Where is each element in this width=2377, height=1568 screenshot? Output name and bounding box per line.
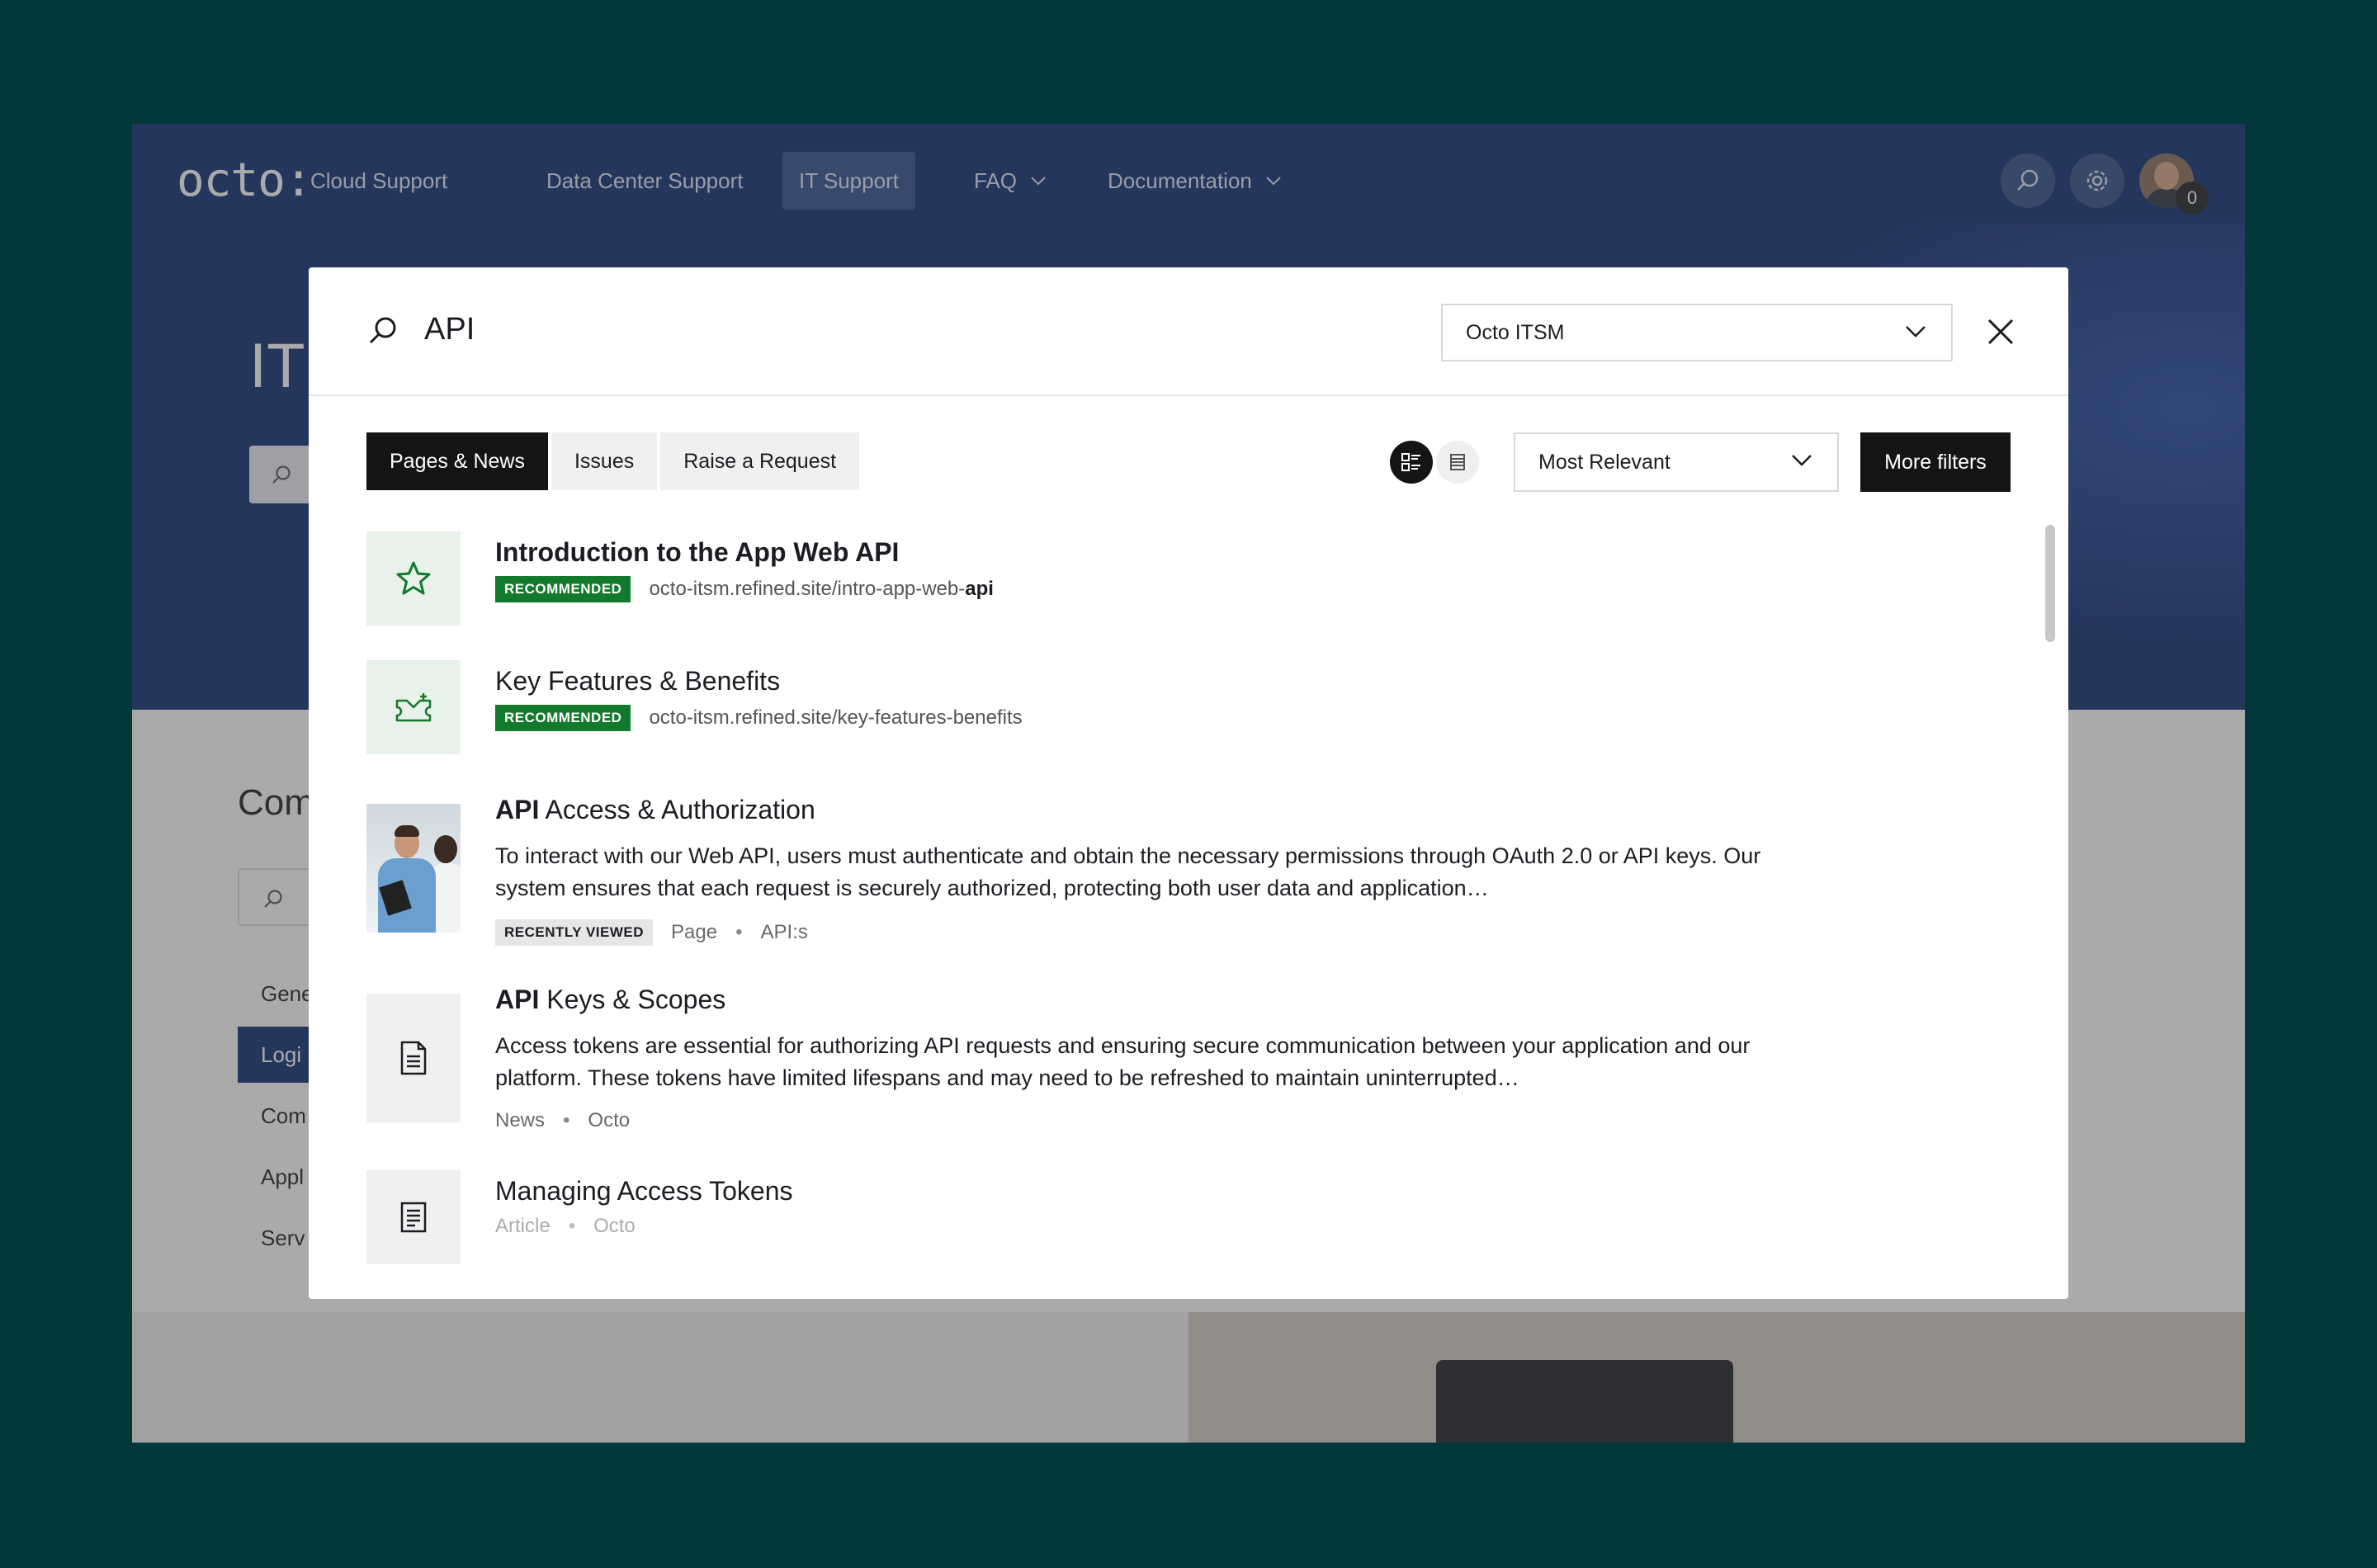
- result-description: To interact with our Web API, users must…: [495, 843, 1761, 900]
- result-title[interactable]: Managing Access Tokens: [495, 1175, 1849, 1207]
- list-compact-view-icon: [1450, 454, 1465, 470]
- result-url: octo-itsm.refined.site/key-features-bene…: [649, 706, 1023, 729]
- result-type: News: [495, 1109, 546, 1131]
- result-body: Introduction to the App Web API RECOMMEN…: [495, 536, 1849, 602]
- results-scrollbar[interactable]: [2045, 525, 2055, 642]
- url-prefix: octo-itsm.refined.site/intro-app-web-: [649, 578, 966, 600]
- compact-view-toggle[interactable]: [1436, 441, 1479, 484]
- photo-person: [434, 835, 457, 863]
- result-title[interactable]: Key Features & Benefits: [495, 665, 1849, 697]
- title-highlight: API: [495, 985, 540, 1014]
- tab-pages-news[interactable]: Pages & News: [366, 432, 548, 490]
- star-icon: [396, 561, 431, 595]
- result-meta: News • Octo: [495, 1109, 1849, 1132]
- result-body: API Keys & Scopes Access tokens are esse…: [495, 984, 1849, 1132]
- result-tabs: Pages & News Issues Raise a Request: [366, 432, 860, 490]
- result-body: API Access & Authorization To interact w…: [495, 794, 1849, 946]
- separator-dot: •: [735, 921, 743, 943]
- chevron-down-icon: [1906, 326, 1926, 338]
- result-thumbnail: [366, 1170, 461, 1264]
- result-title[interactable]: API Access & Authorization: [495, 794, 1849, 825]
- result-title[interactable]: API Keys & Scopes: [495, 984, 1849, 1015]
- result-description: Access tokens are essential for authoriz…: [495, 1033, 1751, 1090]
- result-space: Octo: [593, 1215, 636, 1237]
- tab-issues[interactable]: Issues: [551, 432, 658, 490]
- result-title-text: Introduction to the App Web API: [495, 537, 900, 567]
- title-rest: Keys & Scopes: [539, 985, 726, 1014]
- result-type: Article: [495, 1215, 551, 1237]
- result-meta: Article • Octo: [495, 1215, 1849, 1238]
- search-icon: [369, 317, 396, 344]
- result-thumbnail: [366, 660, 461, 754]
- tab-raise-request[interactable]: Raise a Request: [660, 432, 860, 490]
- result-thumbnail: [366, 531, 461, 626]
- close-icon[interactable]: [1984, 315, 2017, 348]
- ticket-icon: [395, 693, 432, 722]
- more-filters-button[interactable]: More filters: [1860, 432, 2011, 492]
- separator-dot: •: [563, 1109, 570, 1131]
- space-select[interactable]: Octo ITSM: [1441, 304, 1953, 361]
- result-meta: RECOMMENDED octo-itsm.refined.site/key-f…: [495, 705, 1849, 731]
- photo-person: [395, 825, 419, 837]
- result-body: Managing Access Tokens Article • Octo: [495, 1175, 1849, 1238]
- sort-select-value: Most Relevant: [1538, 450, 1671, 474]
- search-header: API Octo ITSM: [309, 267, 2068, 396]
- sort-select[interactable]: Most Relevant: [1514, 432, 1839, 492]
- result-body: Key Features & Benefits RECOMMENDED octo…: [495, 665, 1849, 731]
- url-highlight: api: [965, 578, 994, 600]
- search-query-input[interactable]: API: [424, 312, 475, 347]
- chevron-down-icon: [1792, 455, 1812, 466]
- recommended-badge: RECOMMENDED: [495, 576, 631, 602]
- article-icon: [400, 1202, 427, 1233]
- document-icon: [400, 1041, 427, 1075]
- result-title[interactable]: Introduction to the App Web API: [495, 536, 1849, 568]
- result-thumbnail: [366, 994, 461, 1122]
- detailed-view-toggle[interactable]: [1390, 441, 1433, 484]
- result-meta: RECOMMENDED octo-itsm.refined.site/intro…: [495, 576, 1849, 602]
- title-rest: Access & Authorization: [539, 795, 815, 824]
- recently-viewed-badge: RECENTLY VIEWED: [495, 919, 654, 946]
- title-highlight: API: [495, 795, 540, 824]
- result-url: octo-itsm.refined.site/intro-app-web-api: [649, 578, 994, 601]
- result-type: Page: [671, 921, 718, 943]
- result-meta: RECENTLY VIEWED Page • API:s: [495, 919, 1849, 946]
- recommended-badge: RECOMMENDED: [495, 705, 631, 731]
- result-space: API:s: [760, 921, 808, 943]
- list-detail-view-icon: [1401, 453, 1420, 471]
- result-thumbnail-photo: [366, 804, 461, 933]
- separator-dot: •: [568, 1215, 576, 1237]
- search-modal: API Octo ITSM Pages & News Issues Raise …: [309, 267, 2068, 1299]
- result-space: Octo: [588, 1109, 631, 1131]
- space-select-value: Octo ITSM: [1466, 320, 1565, 344]
